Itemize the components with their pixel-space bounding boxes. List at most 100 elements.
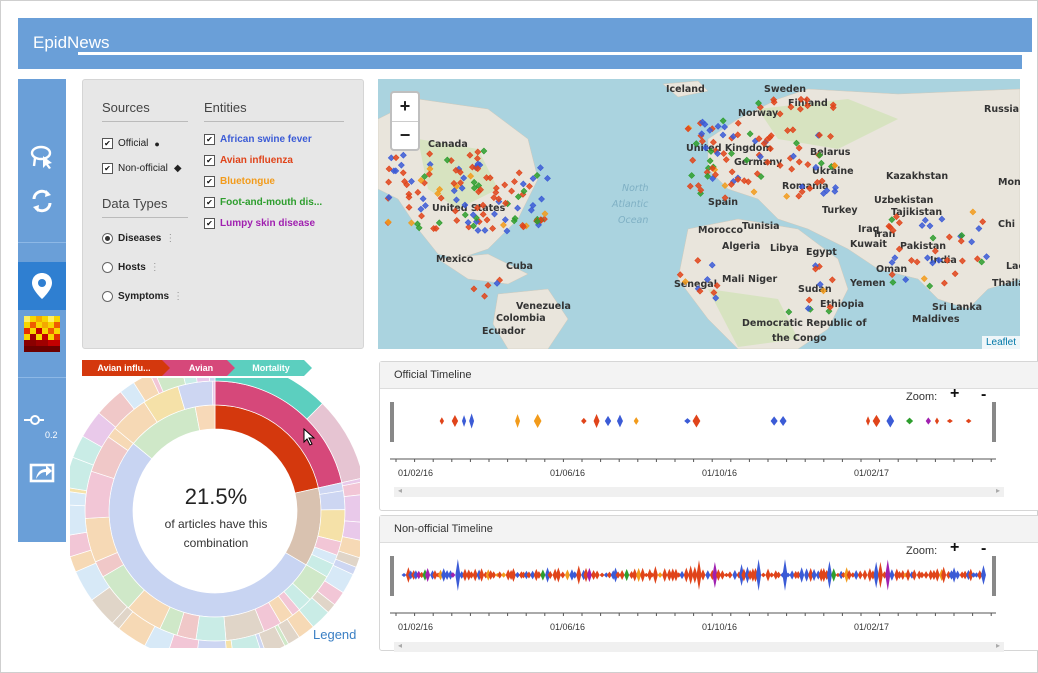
timeline-event-glyph[interactable] [872,414,881,428]
timeline-event-glyph[interactable] [616,414,623,428]
timeline-event-glyph[interactable] [604,415,612,427]
outbreak-marker[interactable] [484,281,492,289]
timeline-event-glyph[interactable] [683,567,689,583]
outbreak-marker[interactable] [719,117,727,125]
official-timeline-chart[interactable] [390,402,1000,462]
timeline-event-glyph[interactable] [555,567,561,583]
drag-handle-icon[interactable]: ⋮ [173,291,183,302]
outbreak-marker[interactable] [481,292,488,300]
timeline-event-glyph[interactable] [923,571,929,579]
timeline-event-glyph[interactable] [866,416,871,426]
outbreak-marker[interactable] [688,172,696,179]
outbreak-marker[interactable] [541,210,549,218]
timeline-event-glyph[interactable] [540,569,546,581]
leaflet-attribution-link[interactable]: Leaflet [981,336,1020,349]
source-nonofficial-checkbox[interactable]: ✔ Non-official ◆ [102,163,182,174]
outbreak-marker[interactable] [689,156,697,164]
outbreak-marker[interactable] [544,174,551,182]
timeline-event-glyph[interactable] [652,565,658,585]
entity-lumpy-skin-checkbox[interactable]: ✔ Lumpy skin disease [204,218,315,229]
outbreak-marker[interactable] [537,164,544,172]
timeline-event-glyph[interactable] [886,414,895,428]
entity-avian-influenza-checkbox[interactable]: ✔ Avian influenza [204,155,293,166]
timeline-event-glyph[interactable] [624,568,630,582]
sunburst-segment[interactable] [70,504,88,536]
sunburst-segment[interactable] [319,490,346,511]
timeline-event-glyph[interactable] [425,567,431,583]
timeline-event-glyph[interactable] [593,414,600,428]
source-official-checkbox[interactable]: ✔ Official ● [102,138,160,149]
map-zoom-out-button[interactable]: − [392,122,418,150]
outbreak-marker[interactable] [686,182,694,190]
timeline-event-glyph[interactable] [692,414,701,428]
heatmap-view-button[interactable] [18,314,66,356]
timeline-event-glyph[interactable] [925,417,931,425]
timeline-event-glyph[interactable] [684,418,691,424]
timeline-event-glyph[interactable] [873,561,879,589]
breadcrumb-item[interactable]: Avian influ... [82,360,166,376]
timeline-event-glyph[interactable] [533,414,542,428]
breadcrumb-item[interactable]: Avian [170,360,232,376]
timeline-event-glyph[interactable] [662,568,668,582]
timeline-event-glyph[interactable] [705,570,711,580]
timeline-event-glyph[interactable] [501,572,507,578]
timeline-scrollbar[interactable]: ◂ ▸ [394,486,1004,497]
timeline-event-glyph[interactable] [756,559,762,591]
timeline-brush-handle[interactable] [390,556,394,596]
timeline-event-glyph[interactable] [980,565,986,585]
datatype-symptoms-radio[interactable]: Symptoms ⋮ [102,291,183,302]
sunburst-segment[interactable] [211,380,216,406]
outbreak-marker[interactable] [714,122,722,130]
timeline-event-glyph[interactable] [862,569,868,581]
timeline-event-glyph[interactable] [934,417,939,425]
timeline-event-glyph[interactable] [619,569,625,581]
outbreak-marker[interactable] [470,285,478,293]
timeline-event-glyph[interactable] [760,572,766,578]
threshold-slider[interactable] [24,415,60,425]
timeline-event-glyph[interactable] [770,416,778,426]
outbreak-marker[interactable] [538,195,545,203]
timeline-zoom-in-button[interactable]: + [950,385,959,403]
entity-bluetongue-checkbox[interactable]: ✔ Bluetongue [204,176,275,187]
timeline-brush-handle[interactable] [992,402,996,442]
sunburst-segment[interactable] [196,639,227,648]
timeline-event-glyph[interactable] [700,569,706,581]
timeline-event-glyph[interactable] [779,416,787,426]
datatype-diseases-radio[interactable]: Diseases ⋮ [102,233,175,244]
timeline-event-glyph[interactable] [679,570,685,580]
outbreak-marker[interactable] [902,276,910,284]
timeline-scrollbar[interactable]: ◂ ▸ [394,641,1004,652]
outbreak-marker[interactable] [889,278,897,286]
timeline-event-glyph[interactable] [946,418,953,424]
timeline-event-glyph[interactable] [934,568,940,582]
timeline-event-glyph[interactable] [857,570,863,580]
timeline-event-glyph[interactable] [594,570,600,580]
timeline-event-glyph[interactable] [799,567,805,583]
timeline-event-glyph[interactable] [439,417,445,425]
entity-african-swine-fever-checkbox[interactable]: ✔ African swine fever [204,134,312,145]
timeline-event-glyph[interactable] [727,571,733,579]
timeline-event-glyph[interactable] [657,572,663,578]
breadcrumb-item[interactable]: Mortality [235,360,307,376]
timeline-event-glyph[interactable] [560,571,566,579]
timeline-event-glyph[interactable] [581,417,587,425]
timeline-brush-handle[interactable] [390,402,394,442]
timeline-event-glyph[interactable] [965,418,972,424]
timeline-zoom-in-button[interactable]: + [950,539,959,557]
timeline-event-glyph[interactable] [576,565,582,585]
drag-handle-icon[interactable]: ⋮ [150,262,160,273]
timeline-event-glyph[interactable] [911,569,917,581]
nonofficial-timeline-chart[interactable] [390,556,1000,616]
sunburst-segment[interactable] [343,494,360,523]
sunburst-chart[interactable] [70,378,360,648]
timeline-brush-handle[interactable] [992,556,996,596]
timeline-event-glyph[interactable] [941,566,947,584]
datatype-hosts-radio[interactable]: Hosts ⋮ [102,262,160,273]
timeline-event-glyph[interactable] [401,572,407,578]
sunburst-segment[interactable] [195,615,227,642]
entity-foot-and-mouth-checkbox[interactable]: ✔ Foot-and-mouth dis... [204,197,322,208]
drag-handle-icon[interactable]: ⋮ [165,233,175,244]
sunburst-segment[interactable] [209,378,216,382]
legend-link[interactable]: Legend [313,627,356,642]
reset-button[interactable] [18,181,66,221]
